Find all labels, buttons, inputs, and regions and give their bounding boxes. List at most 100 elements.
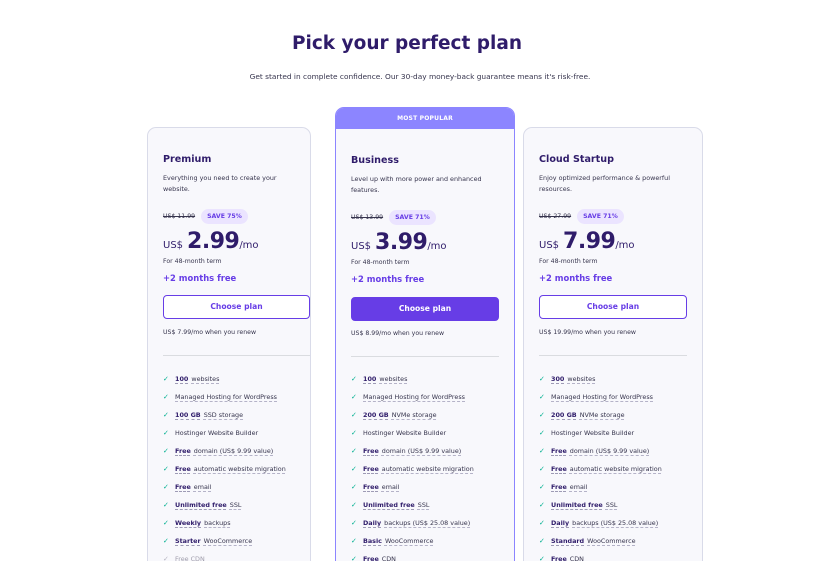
feature-highlight[interactable]: Starter [175,537,201,545]
feature-list: ✓ 100 websites ✓ Managed Hosting for WordPre… [163,370,286,561]
feature-highlight[interactable]: Free [363,483,379,491]
feature-text[interactable]: websites [567,375,595,383]
feature-text[interactable]: websites [191,375,219,383]
feature-item: ✓ Free automatic website migration [163,460,286,478]
choose-plan-button[interactable]: Choose plan [539,295,687,319]
feature-highlight[interactable]: Standard [551,537,584,545]
feature-text[interactable]: automatic website migration [382,465,474,473]
feature-highlight[interactable]: Free [551,465,567,473]
check-icon: ✓ [163,555,169,561]
feature-text[interactable]: backups (US$ 25.08 value) [572,519,658,527]
feature-item: ✓ Free CDN [351,550,474,561]
feature-highlight[interactable]: 100 [363,375,376,383]
feature-text[interactable]: WooCommerce [587,537,635,545]
feature-highlight[interactable]: Unlimited free [363,501,415,509]
check-icon: ✓ [539,555,545,561]
feature-highlight[interactable]: Free [363,465,379,473]
feature-text[interactable]: websites [379,375,407,383]
feature-text[interactable]: SSL [418,501,430,509]
price-period: /mo [427,241,447,252]
feature-highlight[interactable]: Unlimited free [551,501,603,509]
feature-text[interactable]: SSD storage [204,411,243,419]
feature-text[interactable]: NVMe storage [580,411,625,419]
original-price: US$ 13.99 [351,214,384,221]
feature-highlight[interactable]: Free [551,483,567,491]
feature-highlight[interactable]: Basic [363,537,382,545]
feature-text[interactable]: CDN [382,555,396,561]
feature-item: ✓ Starter WooCommerce [163,532,286,550]
feature-text[interactable]: backups [204,519,230,527]
discount-badge: SAVE 75% [201,209,248,224]
feature-item: ✓ Free email [539,478,662,496]
check-icon: ✓ [163,537,169,545]
feature-text[interactable]: Managed Hosting for WordPress [551,393,653,401]
feature-highlight[interactable]: Free [551,447,567,455]
feature-text[interactable]: NVMe storage [392,411,437,419]
feature-highlight[interactable]: Free [363,447,379,455]
feature-text[interactable]: SSL [606,501,618,509]
feature-text[interactable]: domain (US$ 9.99 value) [194,447,274,455]
feature-item: ✓ Daily backups (US$ 25.08 value) [351,514,474,532]
renewal-price: US$ 8.99/mo when you renew [351,330,445,337]
feature-item: ✓ 300 websites [539,370,662,388]
feature-text[interactable]: automatic website migration [570,465,662,473]
feature-text[interactable]: backups (US$ 25.08 value) [384,519,470,527]
price-term: For 48-month term [539,258,598,265]
feature-highlight[interactable]: 200 GB [551,411,577,419]
check-icon: ✓ [539,483,545,491]
feature-highlight[interactable]: 300 [551,375,564,383]
feature-highlight[interactable]: 100 GB [175,411,201,419]
discount-badge: SAVE 71% [389,210,436,225]
feature-text[interactable]: Managed Hosting for WordPress [175,393,277,401]
choose-plan-button[interactable]: Choose plan [163,295,310,319]
feature-highlight[interactable]: Free [175,483,191,491]
price-currency: US$ [163,240,184,251]
feature-text[interactable]: domain (US$ 9.99 value) [382,447,462,455]
feature-item: ✓ Hostinger Website Builder [539,424,662,442]
feature-text[interactable]: SSL [230,501,242,509]
feature-highlight[interactable]: Free [363,555,379,561]
feature-highlight[interactable]: Free [551,555,567,561]
feature-item: ✓ Hostinger Website Builder [351,424,474,442]
feature-text[interactable]: WooCommerce [204,537,252,545]
feature-highlight[interactable]: Weekly [175,519,201,527]
check-icon: ✓ [539,393,545,401]
price-period: /mo [615,240,635,251]
feature-item: ✓ 200 GB NVMe storage [351,406,474,424]
feature-text[interactable]: Managed Hosting for WordPress [363,393,465,401]
check-icon: ✓ [351,555,357,561]
divider [163,355,310,356]
check-icon: ✓ [163,375,169,383]
plan-description: Enjoy optimized performance & powerful r… [539,174,671,193]
feature-highlight[interactable]: Free [175,447,191,455]
bonus-months: +2 months free [163,273,237,283]
feature-highlight[interactable]: 200 GB [363,411,389,419]
discount-badge: SAVE 71% [577,209,624,224]
feature-text[interactable]: email [194,483,212,491]
check-icon: ✓ [539,537,545,545]
feature-highlight[interactable]: 100 [175,375,188,383]
feature-item: ✓ Weekly backups [163,514,286,532]
check-icon: ✓ [351,519,357,527]
plan-card-cloud-startup: Cloud Startup Enjoy optimized performanc… [523,127,703,561]
feature-text[interactable]: CDN [570,555,584,561]
most-popular-badge: MOST POPULAR [336,108,514,129]
feature-item: ✓ Managed Hosting for WordPress [539,388,662,406]
check-icon: ✓ [163,501,169,509]
check-icon: ✓ [163,429,169,437]
feature-text[interactable]: domain (US$ 9.99 value) [570,447,650,455]
feature-text[interactable]: email [570,483,588,491]
check-icon: ✓ [163,393,169,401]
price-amount: 2.99 [187,229,240,254]
feature-highlight[interactable]: Daily [363,519,381,527]
feature-highlight[interactable]: Daily [551,519,569,527]
price-amount: 3.99 [375,230,428,255]
choose-plan-button[interactable]: Choose plan [351,297,499,321]
feature-text[interactable]: automatic website migration [194,465,286,473]
feature-item: ✓ Free automatic website migration [539,460,662,478]
feature-highlight[interactable]: Unlimited free [175,501,227,509]
feature-text[interactable]: email [382,483,400,491]
feature-highlight[interactable]: Free [175,465,191,473]
feature-text[interactable]: WooCommerce [385,537,433,545]
feature-text: Hostinger Website Builder [175,429,259,437]
